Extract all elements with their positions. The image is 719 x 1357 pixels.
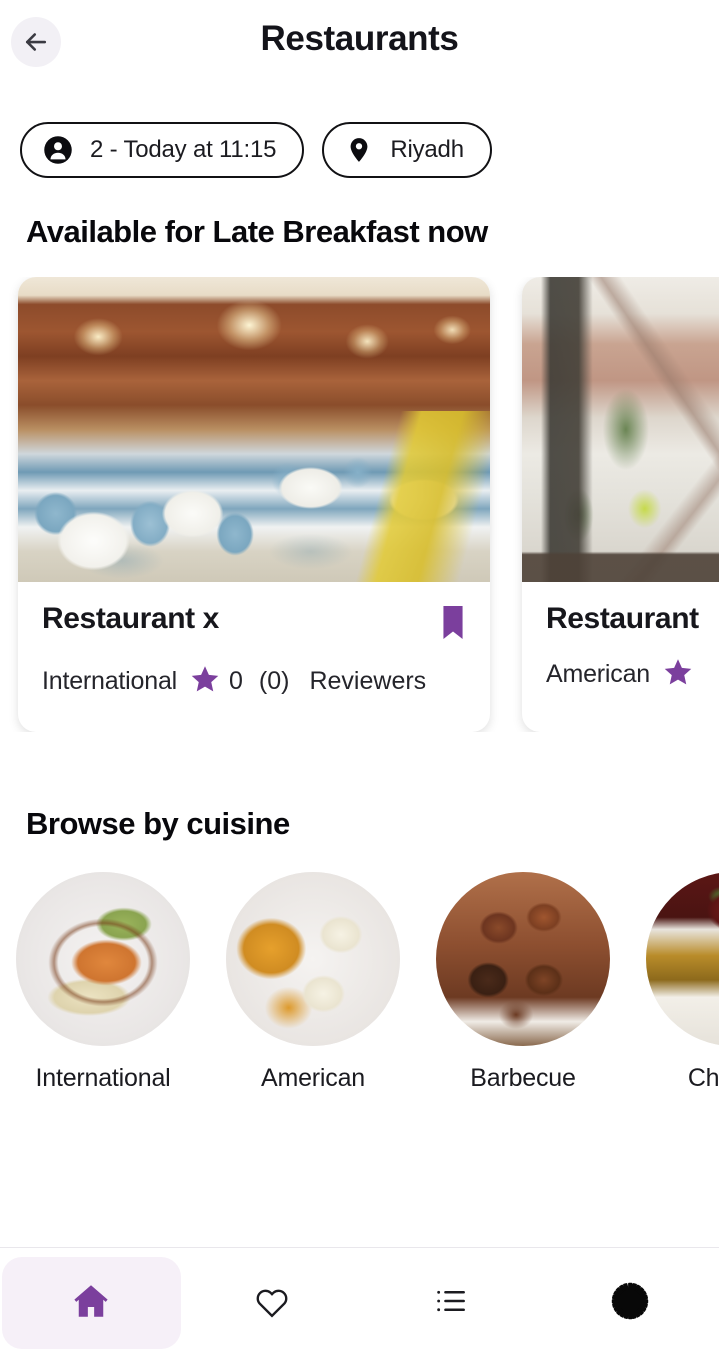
bookmark-icon [440, 606, 466, 643]
home-icon [70, 1280, 112, 1325]
cuisine-label: American [261, 1064, 365, 1092]
location-pin-icon [345, 135, 373, 165]
restaurant-meta: American [546, 657, 719, 692]
list-icon [432, 1282, 470, 1323]
restaurant-reviewers-label: Reviewers [309, 667, 427, 695]
restaurant-cuisine: American [546, 660, 650, 688]
cuisine-section-title: Browse by cuisine [26, 806, 290, 841]
location-label: Riyadh [390, 136, 464, 163]
location-filter[interactable]: Riyadh [322, 122, 492, 178]
restaurants-screen: Restaurants 2 - Today at 11:15 Riyadh Av… [0, 0, 719, 1357]
restaurant-carousel[interactable]: Restaurant x International 0 (0) Reviewe… [0, 277, 719, 732]
cuisine-photo [436, 872, 610, 1046]
restaurant-card[interactable]: Restaurant American [522, 277, 719, 732]
restaurant-rating: 0 [229, 667, 243, 695]
party-and-time-filter[interactable]: 2 - Today at 11:15 [20, 122, 305, 178]
cuisine-label: Chinese [687, 1064, 719, 1092]
cuisine-item-chinese[interactable]: Chinese [646, 872, 719, 1093]
restaurant-card-body: Restaurant x International 0 (0) Reviewe… [18, 582, 490, 732]
star-icon [190, 664, 220, 699]
nav-favorites[interactable] [183, 1257, 362, 1349]
cuisine-photo [226, 872, 400, 1046]
cuisine-carousel[interactable]: International American Barbecue Chinese [0, 872, 719, 1093]
page-title: Restaurants [260, 19, 459, 58]
cuisine-label: International [35, 1064, 171, 1092]
cuisine-label: Barbecue [470, 1064, 576, 1092]
filter-bar: 2 - Today at 11:15 Riyadh [0, 119, 719, 181]
restaurant-name: Restaurant x [42, 602, 219, 635]
person-icon [43, 135, 73, 165]
bottom-navigation [0, 1247, 719, 1357]
cuisine-item-international[interactable]: International [16, 872, 190, 1093]
app-header: Restaurants [0, 0, 719, 92]
restaurant-card[interactable]: Restaurant x International 0 (0) Reviewe… [18, 277, 490, 732]
nav-home[interactable] [2, 1256, 181, 1349]
restaurant-meta: International 0 (0) Reviewers [42, 664, 466, 699]
cuisine-section: Browse by cuisine International American… [0, 806, 719, 1093]
cuisine-item-american[interactable]: American [226, 872, 400, 1093]
restaurant-photo [18, 277, 490, 582]
party-and-time-label: 2 - Today at 11:15 [90, 136, 277, 163]
restaurant-name: Restaurant [546, 602, 699, 635]
cuisine-photo [646, 872, 719, 1046]
restaurant-photo [522, 277, 719, 582]
gear-icon [607, 1278, 653, 1327]
nav-settings[interactable] [540, 1257, 719, 1349]
available-section-title: Available for Late Breakfast now [26, 214, 488, 249]
bookmark-button[interactable] [440, 606, 466, 643]
restaurant-cuisine: International [42, 667, 177, 695]
cuisine-photo [16, 872, 190, 1046]
restaurant-review-count: (0) [258, 667, 290, 695]
heart-icon [251, 1280, 293, 1325]
restaurant-card-body: Restaurant American [522, 582, 719, 732]
nav-bookings[interactable] [362, 1257, 541, 1349]
cuisine-item-barbecue[interactable]: Barbecue [436, 872, 610, 1093]
star-icon [663, 657, 693, 692]
